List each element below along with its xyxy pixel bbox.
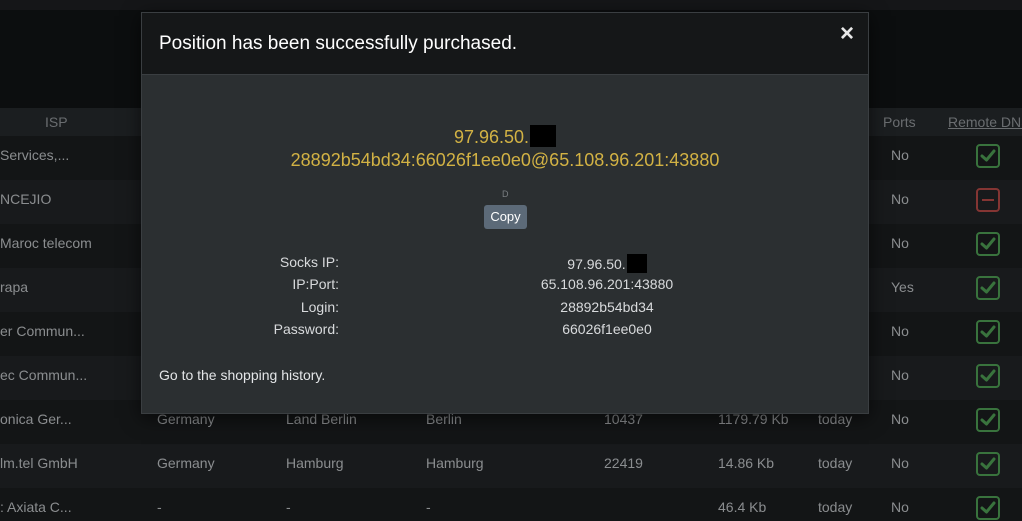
credential-row: Password: 66026f1ee0e0 [142,321,868,343]
proxy-ip-line: 97.96.50. [142,125,868,149]
credential-value[interactable]: 28892b54bd34 [502,299,712,315]
credential-label: Password: [273,320,339,337]
proxy-details: 97.96.50. 28892b54bd34:66026f1ee0e0@65.1… [142,125,868,172]
credential-value[interactable]: 66026f1ee0e0 [502,321,712,337]
close-icon[interactable]: × [836,22,858,46]
proxy-string: 28892b54bd34:66026f1ee0e0@65.108.96.201:… [290,150,720,170]
credential-value-text: 65.108.96.201:43880 [540,276,674,293]
dialog-title: Position has been successfully purchased… [159,33,518,54]
credential-value-text: 66026f1ee0e0 [562,320,652,337]
credential-label: IP:Port: [292,276,339,293]
purchase-success-dialog: Position has been successfully purchased… [141,12,869,414]
shopping-history-link[interactable]: Go to the shopping history. [159,367,325,383]
credential-value-text: 97.96.50. [567,256,626,272]
dialog-header: Position has been successfully purchased… [142,13,868,75]
proxy-ip: 97.96.50. [453,127,530,147]
copy-button[interactable]: Copy [484,205,527,229]
credential-row: Login: 28892b54bd34 [142,299,868,321]
credential-value[interactable]: 97.96.50. [502,254,712,273]
credential-row: IP:Port: 65.108.96.201:43880 [142,276,868,298]
redaction-box [626,254,647,273]
copy-hint-mark: D [502,189,509,199]
credential-row: Socks IP: 97.96.50. [142,254,868,276]
credential-label: Login: [300,298,339,315]
credential-label: Socks IP: [279,254,339,270]
credential-value[interactable]: 65.108.96.201:43880 [502,276,712,292]
redaction-box [530,125,557,147]
credential-value-text: 28892b54bd34 [560,298,654,315]
